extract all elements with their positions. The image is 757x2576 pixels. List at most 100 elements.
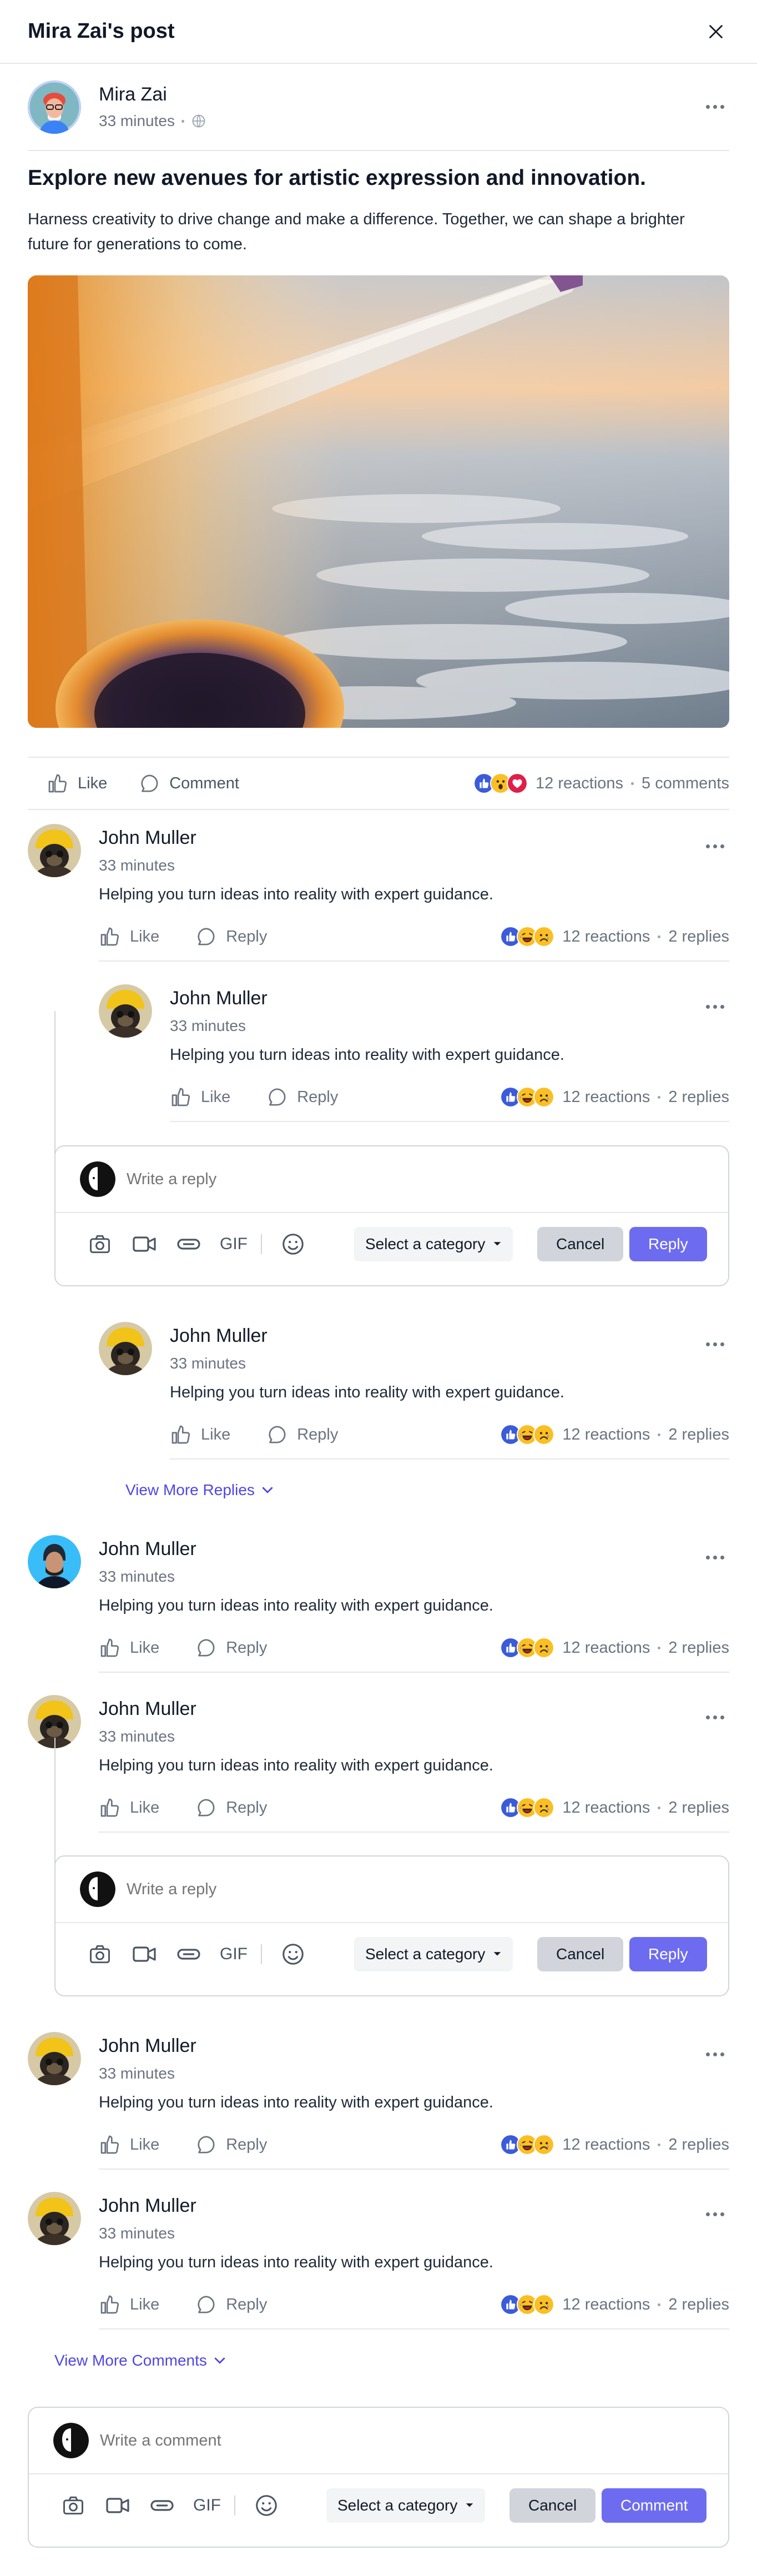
comment-more-button[interactable] bbox=[700, 2203, 729, 2225]
post-comments-count[interactable]: 5 comments bbox=[642, 774, 729, 793]
comment-reaction-icons[interactable] bbox=[500, 1637, 555, 1658]
cancel-button[interactable]: Cancel bbox=[537, 1227, 624, 1261]
camera-button[interactable] bbox=[60, 2492, 87, 2519]
avatar[interactable] bbox=[28, 2192, 81, 2245]
comment-author-name[interactable]: John Muller bbox=[99, 1698, 493, 1720]
comment-reactions-count[interactable]: 12 reactions bbox=[562, 1639, 650, 1657]
post-more-button[interactable] bbox=[700, 96, 729, 118]
comment-author-name[interactable]: John Muller bbox=[99, 2195, 493, 2217]
reply-input[interactable] bbox=[127, 1880, 571, 1899]
category-select[interactable]: Select a category bbox=[354, 1937, 513, 1971]
comment-input[interactable] bbox=[100, 2431, 544, 2450]
avatar[interactable] bbox=[99, 1322, 152, 1375]
comment-reaction-icons[interactable] bbox=[500, 1797, 555, 1818]
comment-reaction-icons[interactable] bbox=[500, 2294, 555, 2315]
comment-like-button[interactable]: Like bbox=[99, 1797, 159, 1819]
post-image[interactable] bbox=[28, 275, 729, 728]
attachment-button[interactable] bbox=[175, 1231, 202, 1257]
comment-reaction-icons[interactable] bbox=[500, 1424, 555, 1445]
comment-action-bar: Like Reply 12 reactions 2 replies bbox=[99, 913, 729, 962]
comment-reactions-count[interactable]: 12 reactions bbox=[562, 1088, 650, 1106]
gif-button[interactable]: GIF bbox=[220, 1945, 248, 1964]
attachment-button[interactable] bbox=[175, 1941, 202, 1968]
emoji-button[interactable] bbox=[280, 1231, 306, 1257]
comment-like-button[interactable]: Like bbox=[99, 2293, 159, 2316]
comment-replies-count[interactable]: 2 replies bbox=[668, 2296, 729, 2314]
reply-submit-button[interactable]: Reply bbox=[629, 1227, 707, 1261]
view-more-replies-link[interactable]: View More Replies bbox=[125, 1481, 274, 1499]
comment-like-button[interactable]: Like bbox=[99, 925, 159, 948]
comment-reactions-count[interactable]: 12 reactions bbox=[562, 1799, 650, 1817]
comment-replies-count[interactable]: 2 replies bbox=[668, 928, 729, 946]
video-button[interactable] bbox=[131, 1231, 158, 1257]
category-select[interactable]: Select a category bbox=[326, 2488, 486, 2523]
comment-more-button[interactable] bbox=[700, 995, 729, 1018]
comment-reply-button[interactable]: Reply bbox=[266, 1086, 338, 1108]
comment-reactions-count[interactable]: 12 reactions bbox=[562, 2136, 650, 2154]
post-like-button[interactable]: Like bbox=[47, 772, 107, 794]
comment-author-name[interactable]: John Muller bbox=[170, 1325, 564, 1347]
comment-author-name[interactable]: John Muller bbox=[170, 988, 564, 1009]
post-reactions-count[interactable]: 12 reactions bbox=[536, 774, 623, 793]
comment-more-button[interactable] bbox=[700, 1706, 729, 1728]
emoji-icon bbox=[254, 2493, 279, 2518]
comment-reactions-count[interactable]: 12 reactions bbox=[562, 1426, 650, 1444]
comment-reply-button[interactable]: Reply bbox=[195, 1797, 267, 1819]
reply-input[interactable] bbox=[127, 1170, 571, 1189]
avatar[interactable] bbox=[99, 984, 152, 1038]
post-author-name[interactable]: Mira Zai bbox=[99, 84, 206, 105]
comment-reply-button[interactable]: Reply bbox=[195, 2134, 267, 2156]
view-more-comments-link[interactable]: View More Comments bbox=[54, 2352, 226, 2369]
comment-more-button[interactable] bbox=[700, 2043, 729, 2065]
close-button[interactable] bbox=[703, 18, 729, 45]
video-button[interactable] bbox=[131, 1941, 158, 1968]
comment-author-name[interactable]: John Muller bbox=[99, 2035, 493, 2057]
sad-reaction-icon bbox=[533, 1797, 555, 1818]
comment-reply-button[interactable]: Reply bbox=[195, 925, 267, 948]
cancel-button[interactable]: Cancel bbox=[509, 2488, 596, 2523]
comment-submit-button[interactable]: Comment bbox=[602, 2488, 707, 2523]
comment-like-button[interactable]: Like bbox=[99, 1637, 159, 1659]
video-button[interactable] bbox=[104, 2492, 131, 2519]
comment-more-button[interactable] bbox=[700, 835, 729, 857]
emoji-button[interactable] bbox=[280, 1941, 306, 1968]
comment-replies-count[interactable]: 2 replies bbox=[668, 2136, 729, 2154]
reply-submit-button[interactable]: Reply bbox=[629, 1937, 707, 1971]
avatar[interactable] bbox=[28, 2032, 81, 2085]
comment-more-button[interactable] bbox=[700, 1546, 729, 1568]
attachment-button[interactable] bbox=[149, 2492, 175, 2519]
comment-reply-button[interactable]: Reply bbox=[266, 1423, 338, 1446]
comment-reactions-count[interactable]: 12 reactions bbox=[562, 2296, 650, 2314]
camera-button[interactable] bbox=[87, 1231, 113, 1257]
emoji-button[interactable] bbox=[253, 2492, 280, 2519]
comment-author-name[interactable]: John Muller bbox=[99, 1538, 493, 1560]
comment-replies-count[interactable]: 2 replies bbox=[668, 1426, 729, 1444]
comment-reaction-icons[interactable] bbox=[500, 1086, 555, 1108]
comment-reaction-icons[interactable] bbox=[500, 926, 555, 947]
comment-author-name[interactable]: John Muller bbox=[99, 827, 493, 849]
reply-box: GIF Select a category Cancel Reply bbox=[54, 1855, 729, 1996]
comment-like-button[interactable]: Like bbox=[170, 1423, 230, 1446]
comment-replies-count[interactable]: 2 replies bbox=[668, 1639, 729, 1657]
gif-button[interactable]: GIF bbox=[193, 2496, 221, 2515]
comment-reactions-count[interactable]: 12 reactions bbox=[562, 928, 650, 946]
comment-reply-button[interactable]: Reply bbox=[195, 2293, 267, 2316]
post-comment-button[interactable]: Comment bbox=[138, 772, 239, 794]
comment-like-button[interactable]: Like bbox=[170, 1086, 230, 1108]
comment-like-button[interactable]: Like bbox=[99, 2134, 159, 2156]
post-reaction-icons[interactable] bbox=[473, 773, 528, 794]
avatar[interactable] bbox=[28, 824, 81, 877]
comment-replies-count[interactable]: 2 replies bbox=[668, 1088, 729, 1106]
more-icon bbox=[705, 844, 710, 848]
comment-reaction-icons[interactable] bbox=[500, 2134, 555, 2155]
gif-button[interactable]: GIF bbox=[220, 1235, 248, 1254]
comment-replies-count[interactable]: 2 replies bbox=[668, 1799, 729, 1817]
category-select[interactable]: Select a category bbox=[354, 1227, 513, 1261]
avatar[interactable] bbox=[28, 1535, 81, 1588]
comment-more-button[interactable] bbox=[700, 1333, 729, 1355]
comment-time: 33 minutes bbox=[99, 2065, 175, 2082]
comment-reply-button[interactable]: Reply bbox=[195, 1637, 267, 1659]
avatar[interactable] bbox=[28, 80, 81, 134]
camera-button[interactable] bbox=[87, 1941, 113, 1968]
cancel-button[interactable]: Cancel bbox=[537, 1937, 624, 1971]
